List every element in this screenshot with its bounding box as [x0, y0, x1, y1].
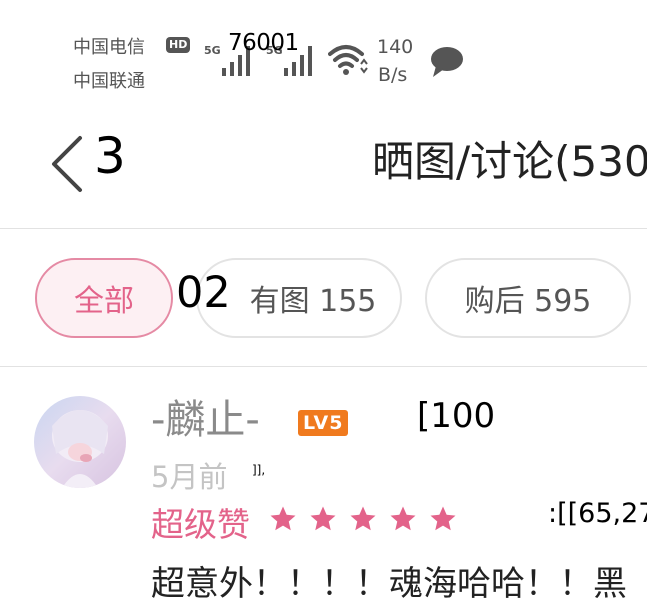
header-divider — [0, 228, 647, 229]
message-icon — [431, 47, 463, 77]
level-badge: LV5 — [298, 410, 349, 436]
overlay-number-text: 76001 — [228, 30, 299, 56]
tab-label: 有图 155 — [249, 284, 377, 319]
tab-after-purchase[interactable]: 购后 595 — [425, 258, 631, 338]
overlay-text: :[[65,27 — [548, 498, 647, 529]
rating-label: 超级赞 — [151, 505, 250, 544]
star-icon — [310, 506, 336, 531]
overlay-number-text: 02 — [176, 268, 231, 318]
avatar-image — [34, 396, 126, 488]
tab-all[interactable]: 全部 — [35, 258, 173, 338]
tabs-divider — [0, 366, 647, 367]
carrier-name-2: 中国联通 — [73, 71, 145, 92]
network-speed-value: 140 — [377, 36, 414, 58]
star-icon — [430, 506, 456, 531]
overlay-text: ]], — [252, 463, 266, 477]
star-icon — [270, 506, 296, 531]
status-bar: 中国电信 HD 中国联通 5G 5G 76001 140 B/s — [0, 0, 647, 100]
wifi-icon — [328, 45, 368, 75]
username[interactable]: -麟止- — [151, 398, 260, 442]
network-speed-unit: B/s — [378, 64, 408, 86]
star-icon — [390, 506, 416, 531]
star-rating — [268, 504, 458, 534]
avatar[interactable] — [34, 396, 126, 488]
star-icon — [350, 506, 376, 531]
review-time: 5月前 — [151, 460, 228, 494]
page-title: 晒图/讨论(530 — [372, 137, 647, 186]
carrier-name-1: 中国电信 — [73, 37, 145, 58]
back-arrow-icon[interactable] — [46, 134, 86, 194]
tab-label: 购后 595 — [464, 284, 592, 319]
back-count: 3 — [94, 127, 126, 185]
overlay-text: [100 — [417, 396, 496, 436]
tab-label: 全部 — [74, 284, 134, 319]
hd-badge: HD — [166, 37, 191, 53]
review-content[interactable]: 超意外！！！！魂海哈哈！！黑 — [151, 556, 627, 605]
network-type-1: 5G — [204, 44, 221, 57]
